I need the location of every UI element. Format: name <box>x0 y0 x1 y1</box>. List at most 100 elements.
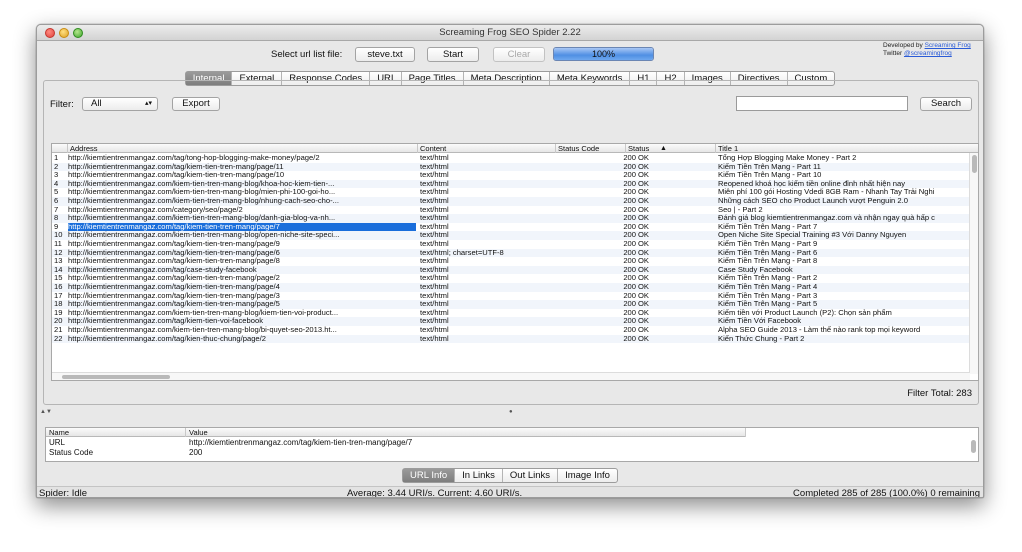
table-horizontal-scrollbar[interactable] <box>52 372 970 380</box>
status-code-cell: 200 <box>623 179 636 188</box>
details-scroll-thumb[interactable] <box>971 440 976 453</box>
address-cell: http://kiemtientrenmangaz.com/tag/kiem-t… <box>68 291 280 300</box>
screaming-frog-link[interactable]: Screaming Frog <box>925 42 971 49</box>
results-table: Address Content Status Code Status ▲ Tit… <box>51 143 979 381</box>
table-row[interactable]: 2 http://kiemtientrenmangaz.com/tag/kiem-… <box>52 162 970 172</box>
table-row[interactable]: 5 http://kiemtientrenmangaz.com/kiem-tien… <box>52 188 970 197</box>
table-row[interactable]: 10 http://kiemtientrenmangaz.com/kiem-tie… <box>52 231 970 240</box>
content-cell: text/html <box>420 154 449 162</box>
pane-splitter[interactable]: ▲▼ ● <box>37 409 983 417</box>
table-row[interactable]: 14 http://kiemtientrenmangaz.com/tag/case… <box>52 265 970 275</box>
table-row[interactable]: 13 http://kiemtientrenmangaz.com/tag/kiem… <box>52 257 970 266</box>
select-url-list-label: Select url list file: <box>271 49 343 60</box>
column-header-title-1[interactable]: Title 1 <box>716 144 970 153</box>
search-button[interactable]: Search <box>920 97 972 111</box>
table-row[interactable]: 17 http://kiemtientrenmangaz.com/tag/kiem… <box>52 292 970 301</box>
twitter-link[interactable]: @screamingfrog <box>904 50 952 57</box>
address-cell: http://kiemtientrenmangaz.com/tag/kiem-t… <box>68 283 280 291</box>
vertical-scroll-thumb[interactable] <box>972 155 977 173</box>
status-code-cell: 200 <box>623 240 636 248</box>
title-cell: Kiếm Tiền Trên Mạng - Part 4 <box>718 283 818 291</box>
table-row[interactable]: 20 http://kiemtientrenmangaz.com/tag/kiem… <box>52 317 970 326</box>
start-button[interactable]: Start <box>427 47 479 62</box>
table-row[interactable]: 11 http://kiemtientrenmangaz.com/tag/kiem… <box>52 240 970 249</box>
tab-in-links[interactable]: In Links <box>454 469 502 482</box>
content-cell: text/html <box>420 300 449 309</box>
tab-out-links[interactable]: Out Links <box>501 469 557 482</box>
title-cell: Kiếm Tiền Trên Mạng - Part 9 <box>718 240 818 248</box>
column-header-status[interactable]: Status ▲ <box>626 144 716 153</box>
details-row-name: Status Code <box>49 448 94 457</box>
table-row[interactable]: 19 http://kiemtientrenmangaz.com/kiem-tie… <box>52 309 970 318</box>
splitter-arrows-icon[interactable]: ▲▼ <box>40 409 52 415</box>
status-cell: OK <box>638 248 649 257</box>
table-row[interactable]: 3 http://kiemtientrenmangaz.com/tag/kiem-… <box>52 171 970 180</box>
table-row[interactable]: 21 http://kiemtientrenmangaz.com/kiem-tie… <box>52 326 970 335</box>
table-row[interactable]: 6 http://kiemtientrenmangaz.com/kiem-tien… <box>52 197 970 206</box>
column-header-address[interactable]: Address <box>68 144 418 153</box>
status-cell: OK <box>638 205 649 214</box>
zoom-window-button[interactable] <box>73 28 83 38</box>
export-button[interactable]: Export <box>172 97 220 111</box>
details-row[interactable]: URL http://kiemtientrenmangaz.com/tag/ki… <box>46 438 966 447</box>
title-cell: Case Study Facebook <box>718 265 793 274</box>
title-bar: Screaming Frog SEO Spider 2.22 <box>37 25 983 41</box>
results-panel: Filter: All ▴▾ Export Search Address Con… <box>43 80 979 405</box>
address-cell: http://kiemtientrenmangaz.com/kiem-tien-… <box>68 326 337 334</box>
status-code-cell: 200 <box>623 274 636 283</box>
table-row[interactable]: 16 http://kiemtientrenmangaz.com/tag/kiem… <box>52 283 970 292</box>
table-row[interactable]: 8 http://kiemtientrenmangaz.com/kiem-tien… <box>52 214 970 223</box>
status-code-cell: 200 <box>623 231 636 240</box>
status-cell: OK <box>638 171 649 180</box>
table-row[interactable]: 22 http://kiemtientrenmangaz.com/tag/kien… <box>52 334 970 344</box>
close-window-button[interactable] <box>45 28 55 38</box>
content-cell: text/html <box>420 222 449 231</box>
table-row[interactable]: 12 http://kiemtientrenmangaz.com/tag/kiem… <box>52 248 970 258</box>
details-column-value[interactable]: Value <box>186 428 746 437</box>
status-code-cell: 200 <box>623 317 636 326</box>
filter-label: Filter: <box>50 99 74 110</box>
developed-by-label: Developed by <box>883 42 923 49</box>
search-input[interactable] <box>736 96 908 111</box>
horizontal-scroll-thumb[interactable] <box>62 375 170 379</box>
app-window: Screaming Frog SEO Spider 2.22 Select ur… <box>36 24 984 498</box>
table-row[interactable]: 18 http://kiemtientrenmangaz.com/tag/kiem… <box>52 300 970 309</box>
column-header-status-code[interactable]: Status Code <box>556 144 626 153</box>
table-row[interactable]: 9 http://kiemtientrenmangaz.com/tag/kiem-… <box>52 222 970 232</box>
status-cell: OK <box>638 188 649 197</box>
tab-image-info[interactable]: Image Info <box>557 469 617 482</box>
splitter-grip-icon[interactable]: ● <box>509 409 513 415</box>
column-header-status-label: Status <box>628 144 650 153</box>
details-row[interactable]: Status Code 200 <box>46 448 966 457</box>
address-cell: http://kiemtientrenmangaz.com/kiem-tien-… <box>68 231 340 240</box>
content-cell: text/html <box>420 283 449 291</box>
table-row[interactable]: 4 http://kiemtientrenmangaz.com/kiem-tien… <box>52 179 970 189</box>
title-cell: Đánh giá blog kiemtientrenmangaz.com và … <box>718 214 935 223</box>
title-cell: Kiếm Tiền Trên Mạng - Part 11 <box>718 162 821 171</box>
status-code-cell: 200 <box>623 291 636 300</box>
status-bar: Spider: Idle Average: 3.44 URI/s. Curren… <box>37 486 983 497</box>
status-cell: OK <box>638 240 649 248</box>
status-code-cell: 200 <box>623 154 636 162</box>
title-cell: Seo | - Part 2 <box>718 205 763 214</box>
address-cell: http://kiemtientrenmangaz.com/tag/kiem-t… <box>68 317 263 326</box>
table-row[interactable]: 7 http://kiemtientrenmangaz.com/category/… <box>52 206 970 215</box>
column-header-content[interactable]: Content <box>418 144 556 153</box>
filter-select[interactable]: All ▴▾ <box>82 97 158 111</box>
details-column-name[interactable]: Name <box>46 428 186 437</box>
table-vertical-scrollbar[interactable] <box>969 153 978 374</box>
content-cell: text/html <box>420 274 449 283</box>
status-cell: OK <box>638 317 649 326</box>
status-cell: OK <box>638 334 649 343</box>
title-cell: Kiếm tiền với Product Launch (P2): Chọn … <box>718 308 892 317</box>
table-row[interactable]: 1 http://kiemtientrenmangaz.com/tag/tong-… <box>52 154 970 163</box>
status-cell: OK <box>638 283 649 291</box>
address-cell: http://kiemtientrenmangaz.com/tag/kiem-t… <box>68 248 280 257</box>
title-cell: Open Niche Site Special Training #3 Với … <box>718 231 907 240</box>
table-row[interactable]: 15 http://kiemtientrenmangaz.com/tag/kiem… <box>52 274 970 283</box>
choose-file-button[interactable]: steve.txt <box>355 47 415 62</box>
title-cell: Alpha SEO Guide 2013 - Làm thế nào rank … <box>718 326 921 334</box>
minimize-window-button[interactable] <box>59 28 69 38</box>
tab-url-info[interactable]: URL Info <box>403 469 455 482</box>
clear-button[interactable]: Clear <box>493 47 545 62</box>
